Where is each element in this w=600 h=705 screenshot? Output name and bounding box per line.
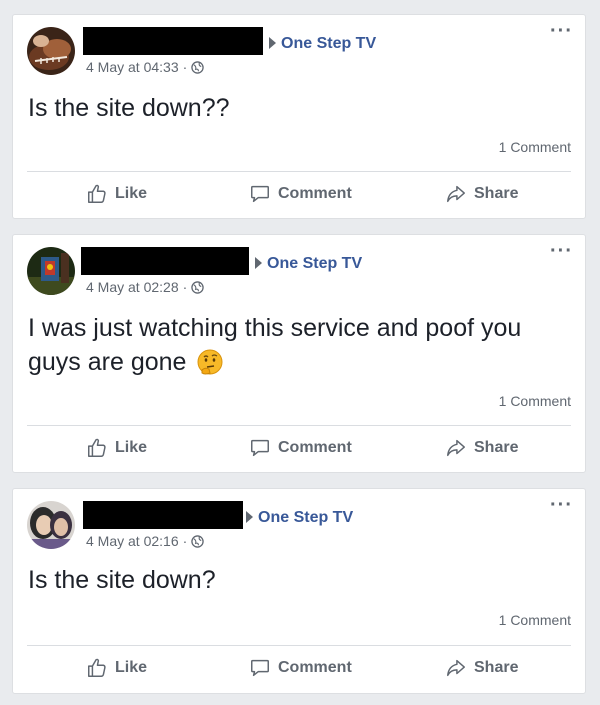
avatar[interactable] [27, 247, 75, 295]
comment-button[interactable]: Comment [249, 657, 352, 679]
speech-bubble-icon [251, 439, 269, 457]
share-button[interactable]: Share [445, 657, 518, 679]
share-arrow-icon [447, 185, 465, 203]
post-text: Is the site down?? [28, 94, 230, 122]
post-text: Is the site down? [28, 566, 216, 594]
thumbs-up-icon [88, 184, 106, 203]
share-button[interactable]: Share [445, 183, 518, 205]
shared-to-arrow-icon [255, 257, 262, 269]
share-label: Share [474, 659, 519, 676]
share-button[interactable]: Share [445, 437, 518, 459]
comment-button[interactable]: Comment [249, 183, 352, 205]
post-timestamp[interactable]: 4 May at 04:33 [86, 59, 179, 75]
post-meta: 4 May at 02:16 · [86, 533, 205, 549]
like-label: Like [115, 185, 148, 202]
comment-count[interactable]: 1 Comment [499, 393, 571, 409]
avatar[interactable] [27, 27, 75, 75]
like-label: Like [115, 439, 148, 456]
post-text-container: I was just watching this service and poo… [28, 311, 565, 379]
like-button[interactable]: Like [86, 183, 147, 205]
share-arrow-icon [447, 659, 465, 677]
post-card: One Step TV 4 May at 02:28 · ··· I was j… [12, 234, 586, 473]
redacted-author-name [81, 247, 249, 275]
avatar[interactable] [27, 501, 75, 549]
comment-label: Comment [278, 439, 352, 456]
meta-separator: · [182, 279, 188, 295]
globe-icon[interactable] [191, 534, 205, 548]
divider [27, 425, 571, 426]
like-button[interactable]: Like [86, 657, 147, 679]
post-card: One Step TV 4 May at 04:33 · ··· Is the … [12, 14, 586, 219]
more-options-icon[interactable]: ··· [550, 495, 573, 515]
page-name-link[interactable]: One Step TV [281, 35, 376, 53]
like-button[interactable]: Like [86, 437, 147, 459]
comment-button[interactable]: Comment [249, 437, 352, 459]
meta-separator: · [182, 533, 188, 549]
thinking-face-emoji [197, 349, 223, 375]
post-timestamp[interactable]: 4 May at 02:28 [86, 279, 179, 295]
more-options-icon[interactable]: ··· [550, 21, 573, 41]
post-card: One Step TV 4 May at 02:16 · ··· Is the … [12, 488, 586, 694]
thumbs-up-icon [88, 658, 106, 677]
like-label: Like [115, 659, 148, 676]
globe-icon[interactable] [191, 60, 205, 74]
thumbs-up-icon [88, 438, 106, 457]
post-meta: 4 May at 02:28 · [86, 279, 205, 295]
comment-label: Comment [278, 659, 352, 676]
comment-count[interactable]: 1 Comment [499, 612, 571, 628]
shared-to-arrow-icon [269, 37, 276, 49]
speech-bubble-icon [251, 659, 269, 677]
divider [27, 171, 571, 172]
redacted-author-name [83, 501, 243, 529]
page-name-link[interactable]: One Step TV [267, 255, 362, 273]
post-timestamp[interactable]: 4 May at 02:16 [86, 533, 179, 549]
comment-label: Comment [278, 185, 352, 202]
share-label: Share [474, 439, 519, 456]
speech-bubble-icon [251, 185, 269, 203]
shared-to-arrow-icon [246, 511, 253, 523]
more-options-icon[interactable]: ··· [550, 241, 573, 261]
redacted-author-name [83, 27, 263, 55]
divider [27, 645, 571, 646]
share-arrow-icon [447, 439, 465, 457]
globe-icon[interactable] [191, 280, 205, 294]
post-meta: 4 May at 04:33 · [86, 59, 205, 75]
meta-separator: · [182, 59, 188, 75]
comment-count[interactable]: 1 Comment [499, 139, 571, 155]
page-name-link[interactable]: One Step TV [258, 509, 353, 527]
share-label: Share [474, 185, 519, 202]
post-text: I was just watching this service and poo… [28, 314, 522, 376]
